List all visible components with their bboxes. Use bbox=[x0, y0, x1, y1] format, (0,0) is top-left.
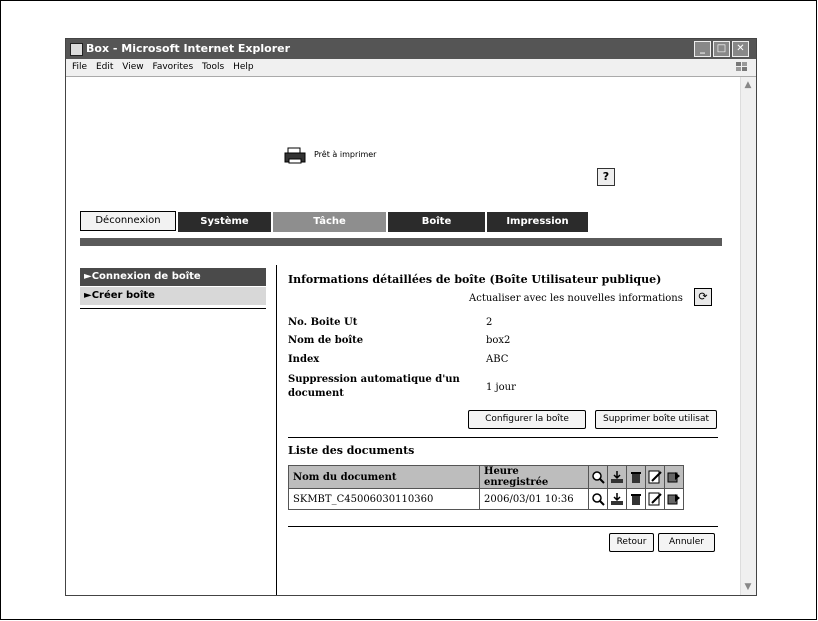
menu-edit[interactable]: Edit bbox=[96, 62, 113, 72]
download-icon[interactable] bbox=[610, 470, 624, 484]
field-value-box-no: 2 bbox=[486, 317, 493, 328]
field-label-auto-delete: Suppression automatique d'un document bbox=[288, 374, 460, 399]
tab-impression[interactable]: Impression bbox=[487, 212, 588, 232]
delete-icon[interactable] bbox=[629, 492, 643, 506]
help-button[interactable]: ? bbox=[597, 168, 615, 186]
menu-view[interactable]: View bbox=[122, 62, 143, 72]
edit-icon[interactable] bbox=[648, 492, 662, 506]
section-rule bbox=[288, 437, 718, 438]
content-divider bbox=[276, 265, 277, 595]
field-label-box-no: No. Boite Ut bbox=[288, 317, 358, 328]
printer-status: Prêt à imprimer bbox=[314, 150, 377, 159]
doc-name: SKMBT_C45006030110360 bbox=[288, 488, 480, 510]
documents-title: Liste des documents bbox=[288, 444, 415, 457]
col-doc-name: Nom du document bbox=[288, 465, 480, 489]
edit-icon[interactable] bbox=[648, 470, 662, 484]
close-icon[interactable]: ✕ bbox=[732, 41, 749, 57]
documents-table: Nom du document Heure enregistrée SKMBT_… bbox=[288, 465, 684, 510]
tab-tache[interactable]: Tâche bbox=[273, 212, 386, 232]
field-value-index: ABC bbox=[486, 354, 509, 365]
ie-icon bbox=[70, 43, 83, 56]
menu-favorites[interactable]: Favorites bbox=[152, 62, 193, 72]
window-title: Box - Microsoft Internet Explorer bbox=[86, 42, 291, 55]
menu-bar: File Edit View Favorites Tools Help bbox=[66, 59, 756, 77]
sidebar-item-connexion[interactable]: ►Connexion de boîte bbox=[80, 268, 266, 286]
cancel-button[interactable]: Annuler bbox=[658, 533, 715, 552]
tab-systeme[interactable]: Système bbox=[178, 212, 271, 232]
send-icon[interactable] bbox=[667, 470, 681, 484]
menu-help[interactable]: Help bbox=[233, 62, 254, 72]
windows-logo-icon bbox=[736, 62, 747, 71]
delete-box-button[interactable]: Supprimer boîte utilisat bbox=[595, 410, 717, 429]
sidebar-rule bbox=[80, 308, 266, 309]
vertical-scrollbar[interactable]: ▲ ▼ bbox=[740, 77, 756, 595]
scroll-up-icon[interactable]: ▲ bbox=[743, 80, 753, 90]
view-icon[interactable] bbox=[591, 492, 605, 506]
sidebar: ►Connexion de boîte ►Créer boîte bbox=[80, 268, 266, 309]
menu-tools[interactable]: Tools bbox=[202, 62, 224, 72]
scroll-down-icon[interactable]: ▼ bbox=[743, 582, 753, 592]
configure-box-button[interactable]: Configurer la boîte bbox=[468, 410, 586, 429]
printer-icon bbox=[284, 147, 306, 164]
delete-icon[interactable] bbox=[629, 470, 643, 484]
field-value-auto-delete: 1 jour bbox=[486, 382, 516, 393]
table-header-row: Nom du document Heure enregistrée bbox=[288, 465, 684, 489]
logout-button[interactable]: Déconnexion bbox=[80, 211, 176, 231]
doc-time: 2006/03/01 10:36 bbox=[479, 488, 589, 510]
back-button[interactable]: Retour bbox=[609, 533, 654, 552]
footer-rule bbox=[288, 526, 718, 527]
field-label-index: Index bbox=[288, 354, 320, 365]
view-icon[interactable] bbox=[591, 470, 605, 484]
tab-boite[interactable]: Boîte bbox=[388, 212, 485, 232]
browser-window: Box - Microsoft Internet Explorer _ □ ✕ … bbox=[65, 38, 757, 596]
refresh-icon[interactable]: ⟳ bbox=[694, 288, 712, 306]
details-title: Informations détaillées de boîte (Boîte … bbox=[288, 273, 662, 286]
col-stored-time: Heure enregistrée bbox=[479, 465, 589, 489]
sidebar-item-creer-boite[interactable]: ►Créer boîte bbox=[80, 286, 266, 305]
refresh-text: Actualiser avec les nouvelles informatio… bbox=[469, 293, 683, 304]
minimize-icon[interactable]: _ bbox=[694, 41, 711, 57]
page-content: Prêt à imprimer ? Déconnexion Système Tâ… bbox=[66, 77, 740, 595]
field-value-box-name: box2 bbox=[486, 335, 511, 346]
download-icon[interactable] bbox=[610, 492, 624, 506]
nav-divider-bar bbox=[80, 238, 722, 246]
table-row[interactable]: SKMBT_C45006030110360 2006/03/01 10:36 bbox=[288, 488, 684, 510]
menu-file[interactable]: File bbox=[72, 62, 87, 72]
field-label-box-name: Nom de boîte bbox=[288, 335, 364, 346]
maximize-icon[interactable]: □ bbox=[713, 41, 730, 57]
title-bar: Box - Microsoft Internet Explorer _ □ ✕ bbox=[66, 39, 756, 59]
send-icon[interactable] bbox=[667, 492, 681, 506]
